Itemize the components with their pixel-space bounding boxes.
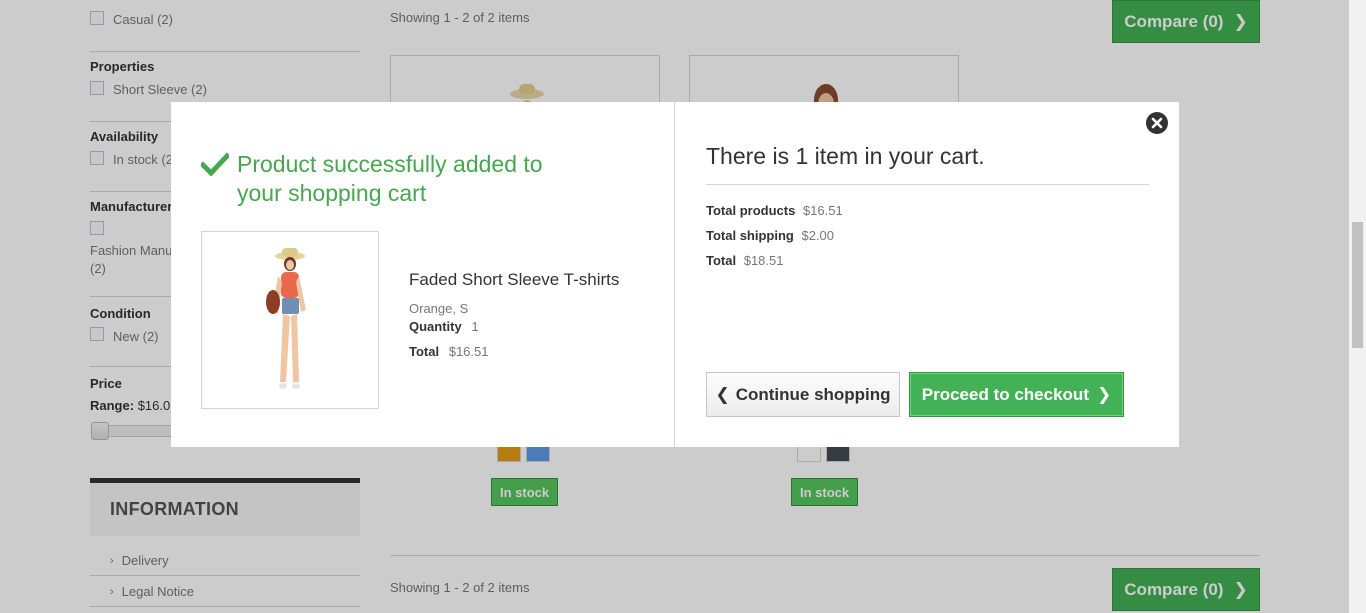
modal-cart-panel: There is 1 item in your cart. Total prod…	[676, 102, 1179, 447]
chevron-right-icon: ❯	[1096, 384, 1112, 404]
total-value: $16.51	[448, 344, 489, 359]
total-products-row: Total products $16.51	[706, 203, 843, 218]
total-label: Total	[409, 344, 440, 359]
add-to-cart-modal: Product successfully added to your shopp…	[171, 102, 1179, 447]
close-modal-button[interactable]	[1146, 112, 1168, 134]
proceed-to-checkout-button[interactable]: Proceed to checkout ❯	[909, 372, 1124, 417]
chevron-left-icon: ❮	[715, 384, 730, 404]
close-icon	[1151, 117, 1163, 129]
product-thumbnail	[201, 231, 379, 409]
cart-total-row: Total $18.51	[706, 253, 783, 268]
total-shipping-row: Total shipping $2.00	[706, 228, 834, 243]
total-products-value: $16.51	[802, 203, 843, 218]
quantity-value: 1	[471, 319, 479, 334]
divider	[706, 184, 1149, 185]
product-image	[266, 248, 306, 389]
continue-shopping-button[interactable]: ❮ Continue shopping	[706, 372, 900, 417]
quantity-label: Quantity	[409, 319, 462, 334]
scrollbar-thumb[interactable]	[1352, 222, 1363, 348]
check-icon	[201, 152, 229, 176]
product-attributes: Orange, S	[409, 301, 469, 316]
product-quantity: Quantity 1	[409, 319, 479, 334]
cart-summary-title: There is 1 item in your cart.	[706, 143, 985, 169]
total-shipping-value: $2.00	[801, 228, 835, 243]
product-total: Total $16.51	[409, 344, 488, 359]
success-message: Product successfully added to your shopp…	[201, 150, 567, 208]
total-shipping-label: Total shipping	[706, 228, 794, 243]
proceed-to-checkout-label: Proceed to checkout	[921, 384, 1089, 404]
page-scrollbar[interactable]	[1349, 0, 1366, 613]
product-name: Faded Short Sleeve T-shirts	[409, 270, 620, 289]
success-title: Product successfully added to your shopp…	[237, 151, 543, 206]
modal-product-panel: Product successfully added to your shopp…	[171, 102, 675, 447]
cart-total-value: $18.51	[743, 253, 784, 268]
total-products-label: Total products	[706, 203, 796, 218]
continue-shopping-label: Continue shopping	[735, 384, 891, 404]
cart-total-label: Total	[706, 253, 737, 268]
